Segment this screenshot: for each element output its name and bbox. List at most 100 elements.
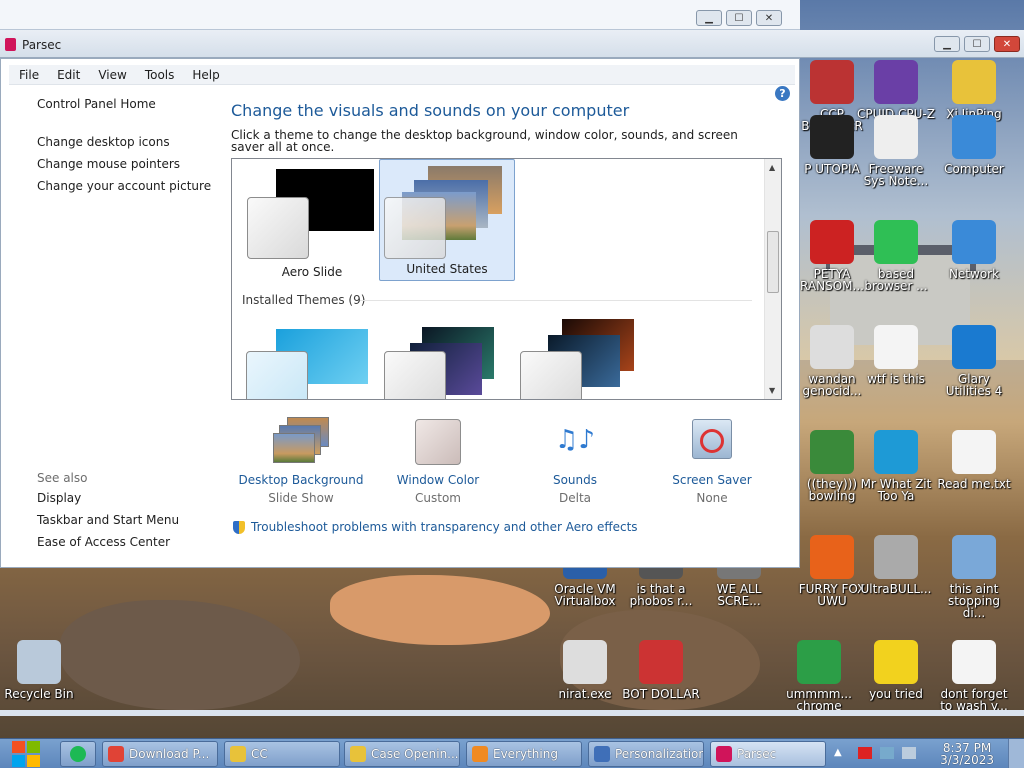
taskbar-button[interactable]: Case Openin... bbox=[344, 741, 460, 767]
desktop-app-icon bbox=[874, 220, 918, 264]
taskbar-spotify-button[interactable] bbox=[60, 741, 96, 767]
desktop-app-icon bbox=[952, 220, 996, 264]
taskbar-button[interactable]: Personalization bbox=[588, 741, 704, 767]
parsec-logo-icon bbox=[5, 38, 16, 51]
menu-edit[interactable]: Edit bbox=[47, 65, 88, 84]
nav-change-desktop-icons[interactable]: Change desktop icons bbox=[37, 135, 217, 149]
desktop-icon-label: nirat.exe bbox=[558, 687, 612, 701]
menu-tools[interactable]: Tools bbox=[135, 65, 183, 84]
parsec-close-button[interactable]: ✕ bbox=[994, 36, 1020, 52]
menu-help[interactable]: Help bbox=[182, 65, 227, 84]
desktop-icon[interactable]: Network bbox=[935, 220, 1013, 280]
sounds-setting[interactable]: ♫♪ Sounds Delta bbox=[505, 417, 645, 505]
taskbar-app-icon bbox=[350, 746, 366, 762]
desktop-icon[interactable]: Read me.txt bbox=[935, 430, 1013, 490]
desktop-icon-label: BOT DOLLAR bbox=[622, 687, 700, 701]
parsec-title-bar[interactable]: Parsec ▁ ☐ ✕ bbox=[0, 30, 1024, 58]
desktop-icon[interactable]: Computer bbox=[935, 115, 1013, 175]
close-button[interactable]: ✕ bbox=[756, 10, 782, 26]
clock-date: 3/3/2023 bbox=[940, 753, 994, 767]
page-title: Change the visuals and sounds on your co… bbox=[231, 101, 630, 120]
parsec-minimize-button[interactable]: ▁ bbox=[934, 36, 960, 52]
desktop-icon-label: Mr What Zit Too Ya bbox=[860, 477, 932, 503]
desktop-icon[interactable]: Xi JinPing bbox=[935, 60, 1013, 120]
desktop-icon[interactable]: wtf is this bbox=[857, 325, 935, 385]
desktop-icon[interactable]: this aint stopping di... bbox=[935, 535, 1013, 619]
troubleshoot-link[interactable]: Troubleshoot problems with transparency … bbox=[233, 520, 638, 534]
desktop-icon[interactable]: Glary Utilities 4 bbox=[935, 325, 1013, 397]
wallpaper-rock bbox=[330, 575, 550, 645]
parsec-maximize-button[interactable]: ☐ bbox=[964, 36, 990, 52]
desktop-app-icon bbox=[797, 640, 841, 684]
desktop-background-icon bbox=[273, 417, 329, 467]
scroll-up-arrow-icon[interactable]: ▲ bbox=[769, 163, 775, 172]
desktop-icon[interactable]: nirat.exe bbox=[546, 640, 624, 700]
installed-theme-thumbnail-front bbox=[246, 351, 308, 399]
wallpaper-rock bbox=[60, 600, 300, 710]
tray-expand-icon[interactable]: ▲ bbox=[834, 747, 842, 758]
menu-file[interactable]: File bbox=[9, 65, 47, 84]
taskbar-button[interactable]: Download P... bbox=[102, 741, 218, 767]
desktop-icon[interactable]: you tried bbox=[857, 640, 935, 700]
screen-saver-setting[interactable]: Screen Saver None bbox=[642, 417, 782, 505]
nav-change-mouse-pointers[interactable]: Change mouse pointers bbox=[37, 157, 217, 171]
theme-settings: Desktop Background Slide Show Window Col… bbox=[231, 417, 781, 507]
themes-scrollbar[interactable]: ▲ ▼ bbox=[764, 159, 781, 399]
desktop-icon[interactable]: UltraBULL... bbox=[857, 535, 935, 595]
desktop-icon-label: this aint stopping di... bbox=[947, 582, 1001, 620]
nav-ease-of-access[interactable]: Ease of Access Center bbox=[37, 535, 179, 549]
taskbar-button-label: CC bbox=[251, 747, 268, 761]
desktop-icon[interactable]: dont forget to wash y... bbox=[935, 640, 1013, 712]
desktop-app-icon bbox=[563, 640, 607, 684]
maximize-button[interactable]: ☐ bbox=[726, 10, 752, 26]
taskbar-button-label: Download P... bbox=[129, 747, 210, 761]
desktop-icon[interactable]: BOT DOLLAR bbox=[622, 640, 700, 700]
installed-themes-label: Installed Themes (9) bbox=[242, 293, 366, 307]
see-also-title: See also bbox=[37, 471, 88, 485]
window-color-setting[interactable]: Window Color Custom bbox=[368, 417, 508, 505]
desktop-app-icon bbox=[639, 640, 683, 684]
volume-icon[interactable] bbox=[902, 747, 916, 759]
desktop-icon[interactable]: Recycle Bin bbox=[0, 640, 78, 700]
nav-display[interactable]: Display bbox=[37, 491, 179, 505]
show-desktop-button[interactable] bbox=[1008, 739, 1024, 768]
taskbar-button[interactable]: Everything bbox=[466, 741, 582, 767]
theme-thumbnail-front bbox=[247, 197, 309, 259]
network-icon[interactable] bbox=[880, 747, 894, 759]
desktop-icon[interactable]: Mr What Zit Too Ya bbox=[857, 430, 935, 502]
installed-theme-thumbnail-front bbox=[384, 351, 446, 399]
desktop-icon[interactable]: ummmm... chrome bbox=[780, 640, 858, 712]
nav-control-panel-home[interactable]: Control Panel Home bbox=[37, 97, 217, 111]
scroll-down-arrow-icon[interactable]: ▼ bbox=[769, 386, 775, 395]
screen-saver-label: Screen Saver bbox=[672, 473, 752, 487]
theme-aero-slide[interactable]: Aero Slide bbox=[244, 161, 380, 283]
theme-name: Aero Slide bbox=[281, 265, 343, 279]
clock[interactable]: 8:37 PM 3/3/2023 bbox=[940, 742, 994, 766]
desktop-icon[interactable]: Freeware Sys Note... bbox=[857, 115, 935, 187]
nav-change-account-picture[interactable]: Change your account picture bbox=[37, 179, 217, 193]
help-icon[interactable]: ? bbox=[775, 86, 790, 101]
desktop-app-icon bbox=[17, 640, 61, 684]
scrollbar-thumb[interactable] bbox=[767, 231, 779, 293]
desktop-icon[interactable]: CPUID CPU-Z bbox=[857, 60, 935, 120]
taskbar-button[interactable]: Parsec bbox=[710, 741, 826, 767]
flag-icon[interactable] bbox=[858, 747, 872, 759]
windows-logo-icon bbox=[27, 741, 40, 753]
theme-united-states[interactable]: United States bbox=[379, 159, 515, 281]
see-also-section: See also Display Taskbar and Start Menu … bbox=[37, 471, 179, 557]
desktop-background-setting[interactable]: Desktop Background Slide Show bbox=[231, 417, 371, 505]
desktop-icon[interactable]: based browser ... bbox=[857, 220, 935, 292]
background-window[interactable]: ▁ ☐ ✕ bbox=[0, 0, 800, 30]
installed-theme-thumbnail-front bbox=[520, 351, 582, 399]
system-tray: ▲ 8:37 PM 3/3/2023 bbox=[824, 739, 1024, 768]
minimize-button[interactable]: ▁ bbox=[696, 10, 722, 26]
sounds-label: Sounds bbox=[552, 473, 598, 487]
start-button[interactable] bbox=[8, 739, 44, 768]
menu-view[interactable]: View bbox=[88, 65, 134, 84]
taskbar-button[interactable]: CC bbox=[224, 741, 340, 767]
nav-taskbar-start-menu[interactable]: Taskbar and Start Menu bbox=[37, 513, 179, 527]
desktop-icon-label: Recycle Bin bbox=[4, 687, 74, 701]
sounds-icon: ♫♪ bbox=[555, 425, 595, 455]
desktop-icon-label: wtf is this bbox=[867, 372, 925, 386]
taskbar-app-icon bbox=[472, 746, 488, 762]
